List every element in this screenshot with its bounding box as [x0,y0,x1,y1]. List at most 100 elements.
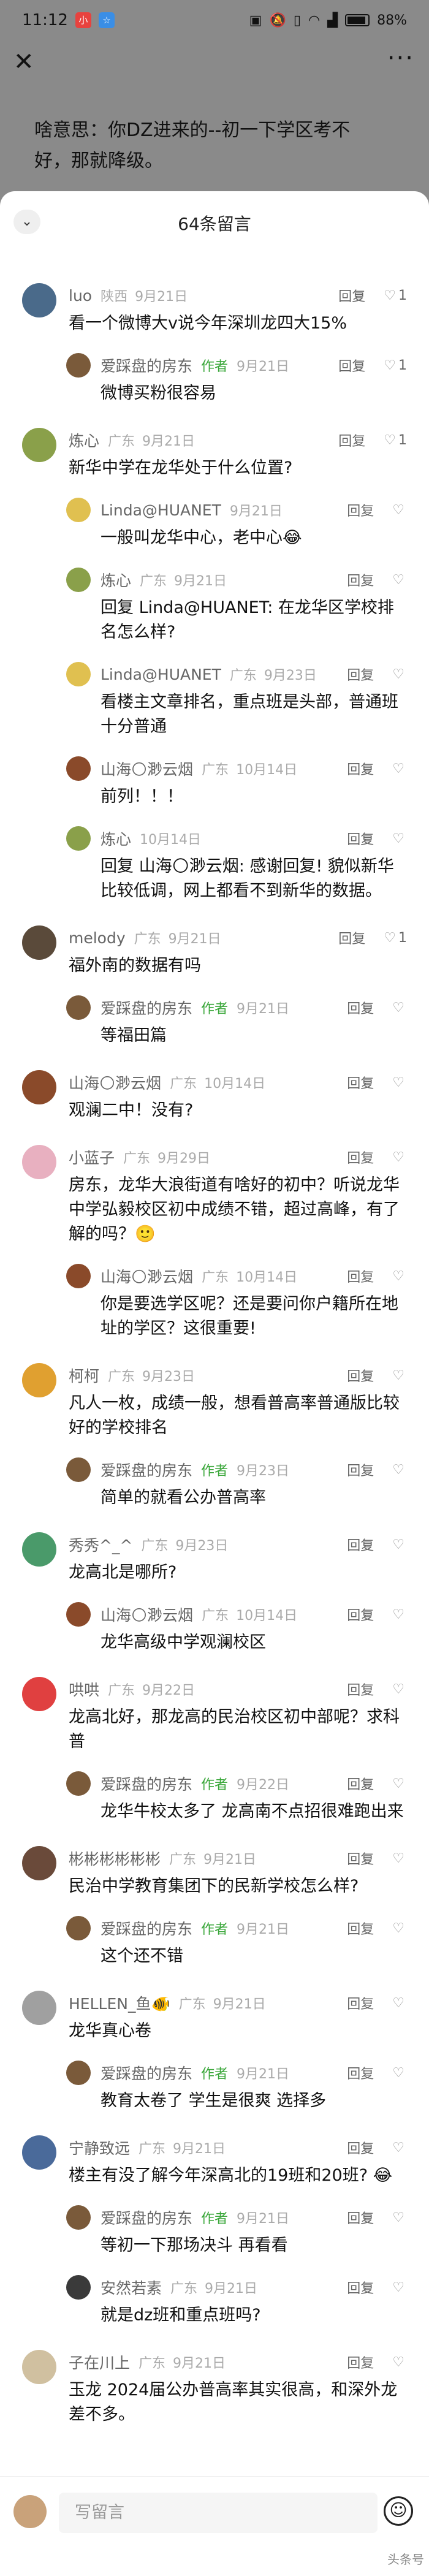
comment-input[interactable]: 写留言 [59,2493,378,2533]
avatar[interactable] [22,1070,56,1104]
avatar[interactable] [66,662,91,686]
comment-author-name[interactable]: 爱踩盘的房东 [101,997,192,1019]
comment-author-name[interactable]: 山海🌕渺云烟 [69,1071,161,1093]
comment-author-name[interactable]: 柯柯 [69,1364,99,1386]
comment-author-name[interactable]: 小蓝子 [69,1146,115,1168]
like-button[interactable]: ♡ [392,1075,407,1090]
comment-author-name[interactable]: 炼心 [101,827,131,849]
avatar[interactable] [66,995,91,1020]
reply-button[interactable]: 回复 [347,1073,374,1092]
reply-button[interactable]: 回复 [347,2278,374,2297]
comment-author-name[interactable]: 炼心 [101,569,131,591]
reply-button[interactable]: 回复 [347,759,374,778]
comment-author-name[interactable]: 山海🌕渺云烟 [101,1603,193,1625]
reply-button[interactable]: 回复 [347,500,374,520]
emoji-icon[interactable]: ☺ [384,2496,413,2526]
avatar[interactable] [22,1363,56,1397]
like-button[interactable]: ♡ [392,1607,407,1622]
comment-author-name[interactable]: 爱踩盘的房东 [101,1772,192,1795]
reply-button[interactable]: 回复 [347,1460,374,1480]
reply-button[interactable]: 回复 [347,1266,374,1286]
avatar[interactable] [22,1991,56,2025]
comment-author-name[interactable]: Linda@HUANET [101,501,221,519]
like-button[interactable]: ♡ [392,2140,407,2156]
avatar[interactable] [22,1145,56,1179]
avatar[interactable] [66,1916,91,1940]
reply-button[interactable]: 回复 [347,1679,374,1699]
close-icon[interactable]: ✕ [13,48,34,76]
avatar[interactable] [66,1264,91,1288]
like-button[interactable]: ♡ [392,1000,407,1016]
avatar[interactable] [66,1771,91,1796]
avatar[interactable] [22,428,56,462]
avatar[interactable] [66,1457,91,1482]
comment-author-name[interactable]: 爱踩盘的房东 [101,1459,192,1481]
comment-author-name[interactable]: luo [69,287,92,305]
reply-button[interactable]: 回复 [347,1993,374,2013]
reply-button[interactable]: 回复 [347,1605,374,1624]
reply-button[interactable]: 回复 [347,1848,374,1868]
comment-author-name[interactable]: melody [69,929,126,947]
more-icon[interactable]: ··· [387,44,414,72]
comment-author-name[interactable]: HELLEN_鱼🐠 [69,1992,170,2014]
reply-button[interactable]: 回复 [338,430,365,450]
like-button[interactable]: ♡ 1 [384,433,407,448]
like-button[interactable]: ♡ [392,2355,407,2370]
reply-button[interactable]: 回复 [347,1147,374,1167]
like-button[interactable]: ♡ [392,761,407,777]
avatar[interactable] [66,826,91,851]
like-button[interactable]: ♡ [392,1368,407,1383]
reply-button[interactable]: 回复 [347,1774,374,1793]
avatar[interactable] [66,2275,91,2300]
reply-button[interactable]: 回复 [338,355,365,375]
avatar[interactable] [22,2350,56,2384]
reply-button[interactable]: 回复 [347,2063,374,2083]
avatar[interactable] [22,1532,56,1567]
comment-author-name[interactable]: 安然若素 [101,2276,162,2298]
reply-button[interactable]: 回复 [338,286,365,305]
reply-button[interactable]: 回复 [347,998,374,1017]
like-button[interactable]: ♡ [392,1851,407,1866]
avatar[interactable] [66,498,91,522]
like-button[interactable]: ♡ [392,667,407,682]
avatar[interactable] [22,283,56,317]
avatar[interactable] [66,353,91,378]
avatar[interactable] [66,1602,91,1627]
like-button[interactable]: ♡ 1 [384,288,407,303]
avatar[interactable] [22,1677,56,1711]
comment-author-name[interactable]: 哄哄 [69,1678,99,1700]
comment-author-name[interactable]: 爱踩盘的房东 [101,354,192,376]
comment-author-name[interactable]: 宁静致远 [69,2137,130,2159]
comment-author-name[interactable]: 山海🌕渺云烟 [101,1265,193,1287]
like-button[interactable]: ♡ [392,1682,407,1697]
comment-author-name[interactable]: Linda@HUANET [101,666,221,683]
reply-button[interactable]: 回复 [347,570,374,590]
avatar[interactable] [22,1846,56,1880]
like-button[interactable]: ♡ [392,1462,407,1478]
like-button[interactable]: ♡ [392,1269,407,1284]
reply-button[interactable]: 回复 [338,928,365,948]
avatar[interactable] [22,2135,56,2170]
like-button[interactable]: ♡ [392,572,407,588]
like-button[interactable]: ♡ [392,2280,407,2295]
reply-button[interactable]: 回复 [347,1918,374,1938]
comment-author-name[interactable]: 爱踩盘的房东 [101,1917,192,1939]
like-button[interactable]: ♡ [392,1150,407,1165]
comment-author-name[interactable]: 爱踩盘的房东 [101,2062,192,2084]
like-button[interactable]: ♡ 1 [384,358,407,373]
reply-button[interactable]: 回复 [347,664,374,684]
comment-author-name[interactable]: 秀秀^_^ [69,1533,132,1556]
avatar[interactable] [66,756,91,781]
like-button[interactable]: ♡ [392,2065,407,2081]
like-button[interactable]: ♡ [392,1996,407,2011]
avatar[interactable] [22,925,56,960]
like-button[interactable]: ♡ [392,2210,407,2225]
avatar[interactable] [66,2061,91,2085]
like-button[interactable]: ♡ [392,831,407,846]
reply-button[interactable]: 回复 [347,1535,374,1554]
reply-button[interactable]: 回复 [347,1366,374,1385]
reply-button[interactable]: 回复 [347,2138,374,2157]
comment-author-name[interactable]: 山海🌕渺云烟 [101,758,193,780]
avatar[interactable] [66,2205,91,2230]
comment-author-name[interactable]: 子在川上 [69,2351,130,2373]
